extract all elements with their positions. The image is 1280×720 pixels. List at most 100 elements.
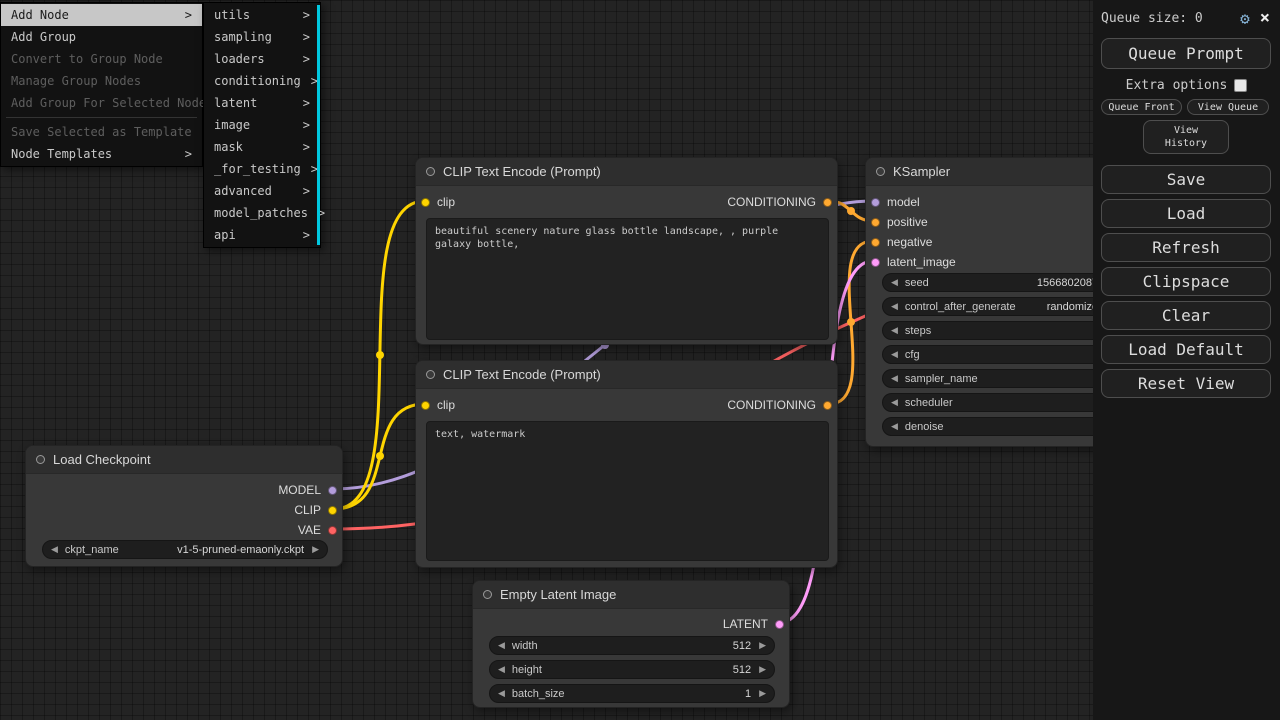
input-dot-conditioning[interactable]: [871, 238, 880, 247]
submenu-item-conditioning[interactable]: conditioning >: [204, 70, 320, 92]
widget-decrement-icon[interactable]: ◀: [891, 350, 898, 359]
submenu-item-loaders[interactable]: loaders >: [204, 48, 320, 70]
output-slot-clip[interactable]: CLIP: [294, 501, 337, 519]
widget-decrement-icon[interactable]: ◀: [498, 665, 505, 674]
output-dot-clip[interactable]: [328, 506, 337, 515]
widget-steps[interactable]: ◀ steps ▶: [882, 321, 1122, 340]
input-slot-model[interactable]: model: [871, 193, 920, 211]
queue-prompt-button[interactable]: Queue Prompt: [1101, 38, 1271, 69]
widget-denoise[interactable]: ◀ denoise ▶: [882, 417, 1122, 436]
widget-control-after-generate[interactable]: ◀ control_after_generate randomize ▶: [882, 297, 1122, 316]
output-slot-latent[interactable]: LATENT: [723, 615, 784, 633]
submenu-item-image[interactable]: image >: [204, 114, 320, 136]
output-slot-conditioning[interactable]: CONDITIONING: [727, 193, 832, 211]
widget-increment-icon[interactable]: ▶: [759, 689, 766, 698]
widget-decrement-icon[interactable]: ◀: [891, 326, 898, 335]
prompt-textarea[interactable]: beautiful scenery nature glass bottle la…: [426, 218, 829, 340]
submenu-item-mask[interactable]: mask >: [204, 136, 320, 158]
node-load-checkpoint[interactable]: Load Checkpoint MODEL CLIP VAE ◀ ckpt_na…: [25, 445, 343, 567]
node-clip-text-encode-positive[interactable]: CLIP Text Encode (Prompt) clip CONDITION…: [415, 157, 838, 345]
menu-separator: [6, 117, 197, 118]
widget-ckpt-name[interactable]: ◀ ckpt_name v1-5-pruned-emaonly.ckpt ▶: [42, 540, 328, 559]
node-title-bar[interactable]: Load Checkpoint: [26, 446, 342, 474]
widget-cfg[interactable]: ◀ cfg ▶: [882, 345, 1122, 364]
widget-increment-icon[interactable]: ▶: [759, 665, 766, 674]
clear-button[interactable]: Clear: [1101, 301, 1271, 330]
load-button[interactable]: Load: [1101, 199, 1271, 228]
widget-decrement-icon[interactable]: ◀: [891, 422, 898, 431]
node-title-bar[interactable]: CLIP Text Encode (Prompt): [416, 158, 837, 186]
input-slot-latent-image[interactable]: latent_image: [871, 253, 956, 271]
view-history-button[interactable]: View History: [1143, 120, 1229, 154]
submenu-item-model-patches[interactable]: model_patches >: [204, 202, 320, 224]
reset-view-button[interactable]: Reset View: [1101, 369, 1271, 398]
widget-scheduler[interactable]: ◀ scheduler ▶: [882, 393, 1122, 412]
output-dot-vae[interactable]: [328, 526, 337, 535]
node-collapse-dot-icon[interactable]: [876, 167, 885, 176]
output-dot-conditioning[interactable]: [823, 198, 832, 207]
node-collapse-dot-icon[interactable]: [36, 455, 45, 464]
node-title-bar[interactable]: CLIP Text Encode (Prompt): [416, 361, 837, 389]
node-collapse-dot-icon[interactable]: [483, 590, 492, 599]
widget-width[interactable]: ◀ width 512 ▶: [489, 636, 775, 655]
menu-item-add-group[interactable]: Add Group: [1, 26, 202, 48]
close-icon[interactable]: ×: [1260, 8, 1270, 28]
input-dot-clip[interactable]: [421, 198, 430, 207]
view-queue-button[interactable]: View Queue: [1187, 99, 1269, 115]
node-title-bar[interactable]: Empty Latent Image: [473, 581, 789, 609]
submenu-item-for-testing[interactable]: _for_testing >: [204, 158, 320, 180]
node-clip-text-encode-negative[interactable]: CLIP Text Encode (Prompt) clip CONDITION…: [415, 360, 838, 568]
input-slot-negative[interactable]: negative: [871, 233, 932, 251]
widget-increment-icon[interactable]: ▶: [759, 641, 766, 650]
widget-batch-size[interactable]: ◀ batch_size 1 ▶: [489, 684, 775, 703]
node-collapse-dot-icon[interactable]: [426, 167, 435, 176]
output-slot-model[interactable]: MODEL: [278, 481, 337, 499]
submenu-item-api[interactable]: api >: [204, 224, 320, 246]
clipspace-button[interactable]: Clipspace: [1101, 267, 1271, 296]
menu-item-label: Add Node: [11, 4, 69, 26]
widget-decrement-icon[interactable]: ◀: [498, 641, 505, 650]
input-slot-positive[interactable]: positive: [871, 213, 928, 231]
queue-front-button[interactable]: Queue Front: [1101, 99, 1182, 115]
widget-decrement-icon[interactable]: ◀: [891, 398, 898, 407]
widget-decrement-icon[interactable]: ◀: [891, 278, 898, 287]
output-dot-latent[interactable]: [775, 620, 784, 629]
widget-increment-icon[interactable]: ▶: [312, 545, 319, 554]
submenu-scrollbar[interactable]: [317, 5, 320, 245]
input-dot-latent[interactable]: [871, 258, 880, 267]
widget-decrement-icon[interactable]: ◀: [51, 545, 58, 554]
submenu-item-utils[interactable]: utils >: [204, 4, 320, 26]
input-dot-model[interactable]: [871, 198, 880, 207]
menu-item-node-templates[interactable]: Node Templates >: [1, 143, 202, 165]
settings-gear-icon[interactable]: ⚙: [1240, 9, 1250, 28]
widget-label: seed: [905, 277, 929, 289]
node-empty-latent-image[interactable]: Empty Latent Image LATENT ◀ width 512 ▶ …: [472, 580, 790, 708]
output-dot-conditioning[interactable]: [823, 401, 832, 410]
input-dot-clip[interactable]: [421, 401, 430, 410]
output-dot-model[interactable]: [328, 486, 337, 495]
save-button[interactable]: Save: [1101, 165, 1271, 194]
submenu-item-sampling[interactable]: sampling >: [204, 26, 320, 48]
load-default-button[interactable]: Load Default: [1101, 335, 1271, 364]
widget-sampler-name[interactable]: ◀ sampler_name ▶: [882, 369, 1122, 388]
slot-label: CONDITIONING: [727, 195, 816, 209]
menu-item-label: api: [214, 224, 236, 246]
submenu-item-advanced[interactable]: advanced >: [204, 180, 320, 202]
menu-item-add-node[interactable]: Add Node >: [1, 4, 202, 26]
input-slot-clip[interactable]: clip: [421, 396, 455, 414]
input-dot-conditioning[interactable]: [871, 218, 880, 227]
menu-item-add-group-for-selected-nodes: Add Group For Selected Nodes: [1, 92, 202, 114]
widget-height[interactable]: ◀ height 512 ▶: [489, 660, 775, 679]
output-slot-vae[interactable]: VAE: [298, 521, 337, 539]
input-slot-clip[interactable]: clip: [421, 193, 455, 211]
refresh-button[interactable]: Refresh: [1101, 233, 1271, 262]
node-collapse-dot-icon[interactable]: [426, 370, 435, 379]
widget-decrement-icon[interactable]: ◀: [891, 374, 898, 383]
widget-decrement-icon[interactable]: ◀: [891, 302, 898, 311]
extra-options-checkbox[interactable]: [1234, 79, 1247, 92]
widget-decrement-icon[interactable]: ◀: [498, 689, 505, 698]
submenu-item-latent[interactable]: latent >: [204, 92, 320, 114]
widget-seed[interactable]: ◀ seed 1566802087 ▶: [882, 273, 1122, 292]
prompt-textarea[interactable]: text, watermark: [426, 421, 829, 561]
output-slot-conditioning[interactable]: CONDITIONING: [727, 396, 832, 414]
